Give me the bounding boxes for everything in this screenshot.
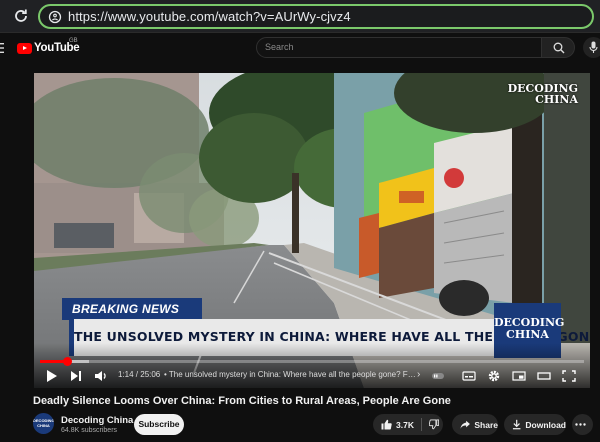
volume-icon[interactable] — [94, 369, 108, 383]
video-player[interactable]: DECODING CHINA BREAKING NEWS THE UNSOLVE… — [34, 73, 590, 388]
next-icon[interactable] — [70, 369, 82, 383]
thumbs-down-icon[interactable] — [428, 419, 439, 430]
voice-search-button[interactable] — [583, 37, 600, 58]
play-icon[interactable] — [46, 369, 58, 383]
subtitles-icon[interactable] — [462, 369, 476, 383]
browser-toolbar: https://www.youtube.com/watch?v=AUrWy-cj… — [0, 0, 600, 33]
controls-overlay — [34, 343, 590, 388]
address-bar[interactable]: https://www.youtube.com/watch?v=AUrWy-cj… — [38, 4, 594, 29]
search-icon — [553, 42, 565, 54]
settings-gear-icon[interactable] — [487, 369, 501, 383]
channel-avatar[interactable]: DECODING CHINA — [33, 413, 54, 434]
watermark-line-2: CHINA — [535, 93, 578, 106]
like-button[interactable]: 3.7K — [381, 419, 414, 430]
subscriber-count: 64.8K subscribers — [61, 427, 118, 434]
reload-icon[interactable] — [12, 7, 30, 25]
share-icon — [460, 420, 470, 429]
chapter-chevron[interactable]: › — [417, 369, 420, 383]
download-button[interactable]: Download — [504, 414, 566, 435]
avatar-line-2: CHINA — [37, 422, 50, 428]
breaking-news-label: BREAKING NEWS — [62, 298, 202, 320]
thumbs-up-icon — [381, 419, 392, 430]
subscribe-button[interactable]: Subscribe — [134, 414, 184, 435]
site-info-icon[interactable] — [48, 10, 62, 24]
chapter-title[interactable]: • The unsolved mystery in China: Where h… — [164, 370, 416, 379]
progress-bar[interactable] — [40, 357, 584, 366]
more-actions-button[interactable] — [572, 414, 593, 435]
like-divider — [420, 418, 422, 431]
microphone-icon — [589, 41, 598, 53]
fullscreen-icon[interactable] — [562, 369, 576, 383]
channel-name[interactable]: Decoding China — [61, 415, 133, 426]
share-label: Share — [474, 419, 498, 430]
headline-text: THE UNSOLVED MYSTERY IN CHINA: WHERE HAV… — [74, 329, 590, 344]
menu-icon[interactable] — [0, 42, 4, 54]
share-button[interactable]: Share — [452, 414, 498, 435]
autoplay-toggle-icon[interactable] — [432, 369, 444, 383]
channel-watermark: DECODING CHINA — [508, 83, 578, 105]
url-text[interactable]: https://www.youtube.com/watch?v=AUrWy-cj… — [68, 9, 351, 24]
video-title: Deadly Silence Looms Over China: From Ci… — [33, 395, 451, 407]
search-input[interactable]: Search — [256, 37, 542, 58]
search-placeholder: Search — [265, 42, 294, 52]
more-horizontal-icon — [575, 423, 586, 426]
miniplayer-icon[interactable] — [512, 369, 526, 383]
region-code: GB — [69, 38, 78, 44]
download-label: Download — [525, 419, 566, 430]
youtube-play-icon — [17, 42, 32, 54]
logo-box-line-2: CHINA — [506, 328, 549, 341]
time-display: 1:14 / 25:06 — [118, 370, 161, 379]
scrubber-handle[interactable] — [62, 357, 72, 366]
search-button[interactable] — [541, 37, 575, 58]
like-dislike-group: 3.7K — [373, 414, 443, 435]
theater-mode-icon[interactable] — [537, 369, 551, 383]
avatar-label: DECODING CHINA — [33, 418, 54, 428]
youtube-masthead: YouTube GB Search — [0, 33, 600, 63]
download-icon — [512, 419, 521, 430]
like-count: 3.7K — [396, 419, 414, 430]
